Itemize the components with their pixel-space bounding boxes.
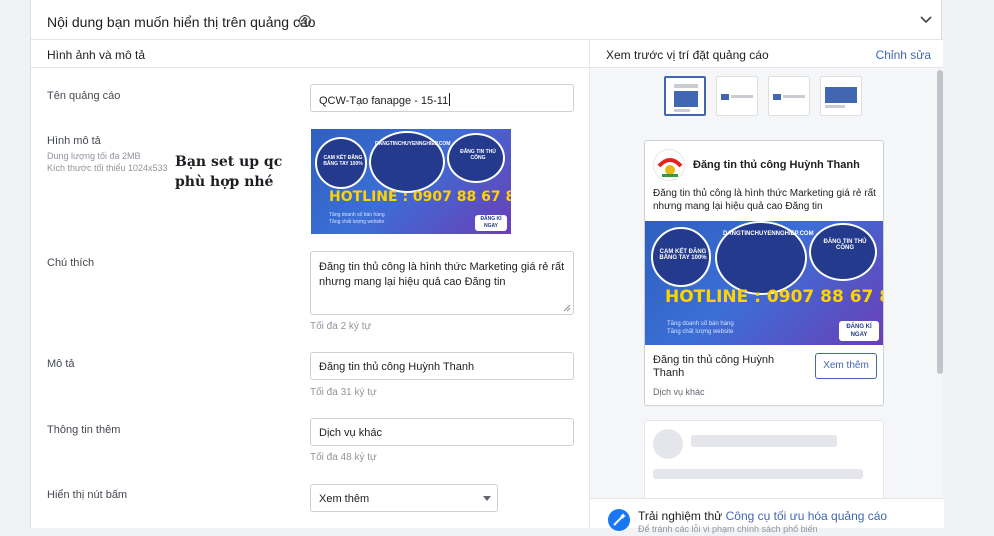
chevron-down-icon[interactable] [919, 12, 933, 26]
preview-image-circle-1: CAM KẾT ĐĂNG BẰNG TAY 100% [651, 227, 711, 287]
preview-image-circle-3: ĐĂNG TIN THỦ CÔNG [809, 223, 877, 281]
ad-image-upload[interactable]: CAM KẾT ĐĂNG BẰNG TAY 100% DANGTINCHUYEN… [311, 129, 511, 234]
extra-info-label: Thông tin thêm [47, 424, 121, 436]
preview-image-site: DANGTINCHUYENNGHIEP.COM [723, 231, 814, 237]
panel-header[interactable]: Nội dung bạn muốn hiển thị trên quảng cá… [31, 0, 943, 40]
preview-foot-title: Đăng tin thủ công Huỳnh Thanh [653, 354, 775, 379]
cta-button-selected: Xem thêm [319, 493, 370, 505]
ad-image-circle-2: DANGTINCHUYENNGHIEP.COM [369, 131, 450, 193]
tip-prefix: Trải nghiệm thử [638, 509, 726, 523]
placement-thumb-feed[interactable] [664, 76, 706, 116]
tip-text: Trải nghiệm thử Công cụ tối ưu hóa quảng… [638, 509, 887, 523]
edit-link[interactable]: Chỉnh sửa [876, 48, 931, 62]
extra-info-value: Dịch vụ khác [319, 427, 382, 439]
preview-text: Đăng tin thủ công là hình thức Marketing… [653, 188, 876, 212]
ad-name-value: QCW-Tạo fanapge - 15-11 [319, 95, 449, 107]
optimization-tip: Trải nghiệm thử Công cụ tối ưu hóa quảng… [590, 498, 944, 534]
loading-placeholder [644, 420, 884, 500]
page-name: Đăng tin thủ công Huỳnh Thanh [693, 159, 860, 171]
section-title: Hình ảnh và mô tả [47, 48, 146, 62]
caption-hint: Tối đa 2 ký tự [310, 321, 372, 332]
ad-image-hotline: HOTLINE : 0907 88 67 87 [329, 189, 511, 205]
cta-button-select[interactable]: Xem thêm [310, 484, 498, 512]
ad-image-line-1: Tăng doanh số bán hàng [329, 212, 385, 218]
ad-image-line-2: Tăng chất lượng website [329, 219, 385, 225]
description-hint: Tối đa 31 ký tự [310, 387, 377, 398]
placement-preview-section: Xem trước vị trí đặt quảng cáo Chỉnh sửa… [589, 40, 944, 534]
ad-name-label: Tên quảng cáo [47, 90, 121, 102]
preview-title: Xem trước vị trí đặt quảng cáo [606, 48, 769, 62]
ad-image-badge-2: ĐĂNG TIN THỦ CÔNG [460, 149, 496, 161]
preview-image-badge-2: ĐĂNG TIN THỦ CÔNG [823, 239, 867, 251]
ad-image-cta: ĐĂNG KÍ NGAY [475, 215, 507, 231]
ad-image-circle-1: CAM KẾT ĐĂNG BẰNG TAY 100% [315, 137, 367, 189]
text-cursor [449, 93, 451, 106]
preview-ad-image: CAM KẾT ĐĂNG BẰNG TAY 100% DANGTINCHUYEN… [645, 221, 883, 345]
placement-thumb-4[interactable] [820, 76, 862, 116]
description-input[interactable]: Đăng tin thủ công Huỳnh Thanh [310, 352, 574, 380]
description-label: Mô tả [47, 358, 75, 370]
section-header: Hình ảnh và mô tả [31, 40, 589, 68]
caption-value: Đăng tin thủ công là hình thức Marketing… [319, 261, 565, 288]
dropdown-arrow-icon [483, 496, 491, 501]
ad-image-site: DANGTINCHUYENNGHIEP.COM [375, 141, 451, 147]
placement-thumb-2[interactable] [716, 76, 758, 116]
placement-thumb-3[interactable] [768, 76, 810, 116]
image-description-section: Hình ảnh và mô tả Tên quảng cáo QCW-Tạo … [31, 40, 589, 528]
preview-image-line-2: Tăng chất lượng website [667, 329, 734, 335]
page-logo [653, 149, 685, 181]
optimization-tool-link[interactable]: Công cụ tối ưu hóa quảng cáo [726, 509, 887, 523]
image-label: Hình mô tả [47, 135, 101, 147]
resize-grip-icon[interactable] [563, 304, 571, 312]
cta-button-label: Hiển thị nút bấm [47, 489, 128, 501]
image-size-limit: Dung lượng tối đa 2MB [47, 151, 141, 161]
caption-label: Chú thích [47, 257, 95, 269]
extra-info-hint: Tối đa 48 ký tự [310, 452, 377, 463]
panel-title: Nội dung bạn muốn hiển thị trên quảng cá… [47, 14, 316, 30]
preview-image-cta: ĐĂNG KÍ NGAY [839, 321, 879, 341]
image-min-dimensions: Kích thước tối thiểu 1024x533 [47, 163, 168, 173]
ad-preview-card: Đăng tin thủ công Huỳnh Thanh Đăng tin t… [644, 140, 884, 406]
extra-info-input[interactable]: Dịch vụ khác [310, 418, 574, 446]
preview-image-line-1: Tăng doanh số bán hàng [667, 321, 734, 327]
ad-name-input[interactable]: QCW-Tạo fanapge - 15-11 [310, 84, 574, 112]
ad-image-circle-3: ĐĂNG TIN THỦ CÔNG [447, 133, 505, 183]
annotation-note: Bạn set up qc phù hợp nhé [175, 154, 283, 190]
help-icon[interactable]: ? [299, 15, 311, 27]
preview-header: Xem trước vị trí đặt quảng cáo Chỉnh sửa [590, 40, 943, 68]
preview-image-hotline: HOTLINE : 0907 88 67 87 [665, 287, 883, 307]
preview-scrollbar[interactable] [937, 70, 943, 374]
preview-image-badge-1: CAM KẾT ĐĂNG BẰNG TAY 100% [659, 249, 707, 261]
caption-textarea[interactable]: Đăng tin thủ công là hình thức Marketing… [310, 251, 574, 315]
ad-image-badge-1: CAM KẾT ĐĂNG BẰNG TAY 100% [323, 155, 363, 167]
preview-cta-button[interactable]: Xem thêm [815, 353, 877, 379]
description-value: Đăng tin thủ công Huỳnh Thanh [319, 361, 475, 373]
tip-subtext: Để tránh các lỗi vi phạm chính sách phổ … [638, 524, 818, 534]
preview-image-circle-2: DANGTINCHUYENNGHIEP.COM [715, 221, 814, 295]
preview-foot-sub: Dịch vụ khác [653, 387, 705, 397]
ad-content-panel: Nội dung bạn muốn hiển thị trên quảng cá… [30, 0, 944, 534]
